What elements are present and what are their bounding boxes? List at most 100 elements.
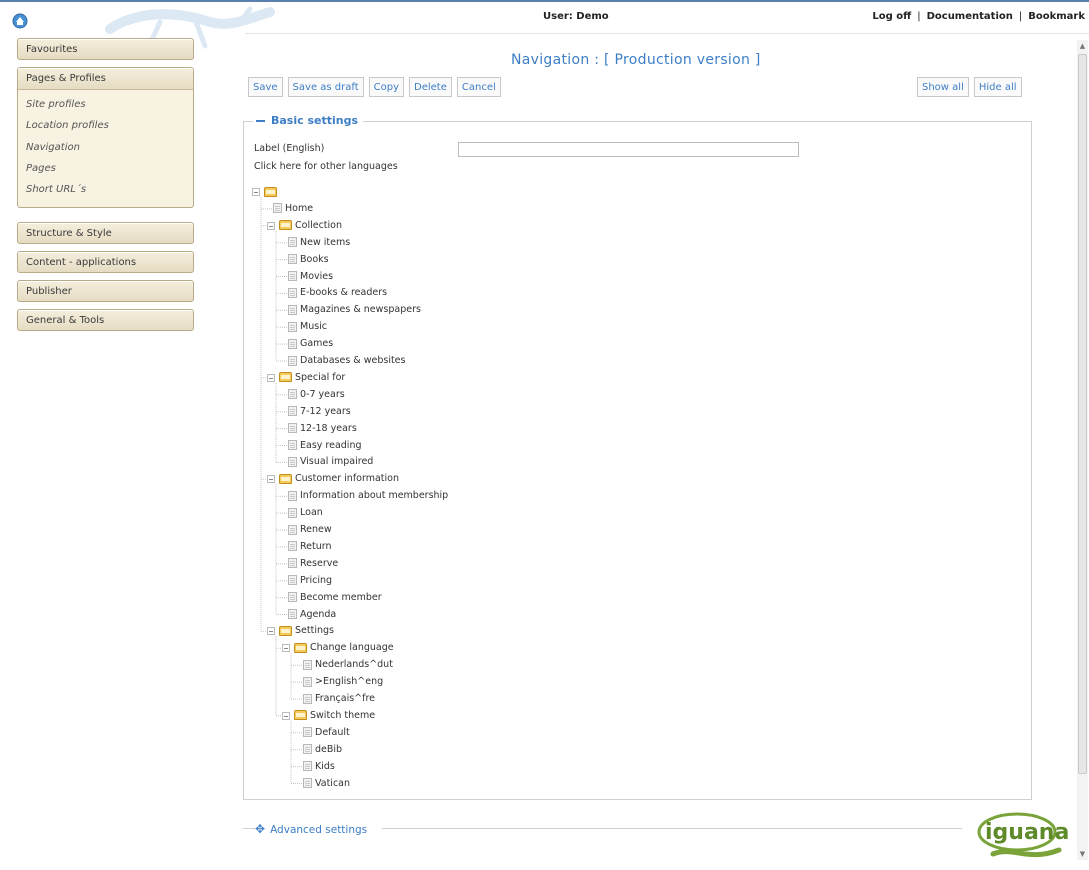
tree-node-label: Easy reading — [300, 439, 362, 451]
expand-icon[interactable]: ✥ — [255, 822, 265, 836]
page-icon — [288, 254, 297, 265]
page-icon — [303, 676, 312, 687]
tree-folder-node[interactable]: Switch theme — [294, 709, 375, 723]
tree-node-label: Agenda — [300, 608, 337, 620]
tree-node-label: Switch theme — [310, 709, 376, 721]
folder-icon — [279, 220, 292, 231]
scroll-up-icon[interactable]: ▲ — [1078, 41, 1087, 51]
collapse-toggle-icon[interactable] — [267, 373, 275, 382]
tree-node-label: Special for — [295, 371, 346, 383]
tree-page-node[interactable]: 12-18 years — [288, 422, 357, 436]
tree-node-label: Customer information — [295, 473, 399, 485]
tree-page-node[interactable]: Home — [273, 202, 313, 216]
collapse-toggle-icon[interactable] — [267, 627, 275, 636]
tree-node-label: Renew — [300, 524, 332, 535]
page-icon — [288, 406, 297, 417]
page-icon — [288, 575, 297, 586]
folder-icon — [294, 710, 307, 721]
page-icon — [303, 727, 312, 738]
collapse-toggle-icon[interactable] — [282, 644, 290, 653]
page-icon — [288, 609, 297, 619]
tree-page-node[interactable]: Return — [288, 540, 332, 554]
tree-folder-node[interactable] — [264, 185, 280, 199]
vertical-scrollbar[interactable]: ▲ ▼ — [1077, 40, 1088, 860]
tree-folder-node[interactable]: Change language — [294, 641, 394, 655]
tree-page-node[interactable]: Renew — [288, 523, 332, 537]
tree-page-node[interactable]: Movies — [288, 270, 333, 284]
tree-folder-node[interactable]: Collection — [279, 219, 342, 233]
tree-page-node[interactable]: Agenda — [288, 608, 336, 622]
page-icon — [303, 693, 312, 704]
collapse-toggle-icon[interactable] — [282, 711, 290, 720]
folder-icon — [279, 625, 292, 636]
scroll-down-icon[interactable]: ▼ — [1078, 849, 1087, 859]
tree-folder-node[interactable]: Customer information — [279, 472, 399, 486]
scroll-thumb[interactable] — [1078, 54, 1087, 774]
page-icon — [288, 440, 297, 450]
tree-page-node[interactable]: Music — [288, 320, 327, 334]
tree-page-node[interactable]: >English^eng — [303, 675, 383, 689]
folder-icon — [264, 186, 277, 197]
tree-page-node[interactable]: deBib — [303, 743, 342, 757]
tree-page-node[interactable]: Kids — [303, 760, 335, 774]
tree-node-label: 0-7 years — [300, 388, 345, 400]
tree-node-label: Pricing — [300, 574, 333, 586]
tree-node-label: Français^fre — [315, 693, 376, 704]
tree-page-node[interactable]: Pricing — [288, 574, 332, 588]
tree-node-label: Become member — [300, 591, 382, 603]
tree-node-label: E-books & readers — [300, 287, 388, 299]
tree-page-node[interactable]: Français^fre — [303, 692, 375, 706]
tree-node-label: Loan — [300, 507, 323, 519]
tree-page-node[interactable]: Reserve — [288, 557, 338, 571]
tree-node-label: Games — [300, 338, 334, 350]
tree-node-label: Books — [300, 253, 329, 265]
tree-node-label: Magazines & newspapers — [300, 304, 421, 316]
tree-page-node[interactable]: 0-7 years — [288, 388, 345, 402]
folder-icon — [279, 372, 292, 383]
page-icon — [288, 237, 297, 248]
tree-page-node[interactable]: Visual impaired — [288, 455, 373, 469]
page-icon — [288, 507, 297, 518]
tree-node-label: Databases & websites — [300, 355, 406, 366]
tree-page-node[interactable]: Vatican — [303, 777, 350, 791]
page-icon — [288, 490, 297, 501]
page-icon — [288, 423, 297, 434]
tree-page-node[interactable]: Books — [288, 253, 329, 267]
tree-page-node[interactable]: Easy reading — [288, 439, 362, 453]
tree-page-node[interactable]: 7-12 years — [288, 405, 351, 419]
tree-node-label: Visual impaired — [300, 456, 374, 468]
tree-page-node[interactable]: New items — [288, 236, 350, 250]
tree-node-label: Home — [285, 202, 314, 214]
tree-page-node[interactable]: Information about membership — [288, 489, 448, 503]
tree-node-label: deBib — [315, 743, 343, 755]
advanced-settings-header[interactable]: ✥ Advanced settings — [243, 822, 367, 836]
tree-page-node[interactable]: Databases & websites — [288, 354, 405, 368]
tree-folder-node[interactable]: Settings — [279, 624, 334, 638]
page-icon — [288, 338, 297, 349]
page-icon — [288, 456, 297, 467]
tree-page-node[interactable]: Default — [303, 726, 350, 740]
advanced-divider-right — [382, 828, 962, 829]
page-icon — [288, 592, 297, 603]
page-icon — [273, 203, 282, 214]
tree-page-node[interactable]: Nederlands^dut — [303, 658, 393, 672]
tree-page-node[interactable]: Magazines & newspapers — [288, 303, 421, 317]
page-icon — [303, 761, 312, 772]
page-icon — [303, 744, 312, 755]
collapse-toggle-icon[interactable] — [252, 188, 260, 196]
tree-node-label: Reserve — [300, 557, 339, 569]
collapse-toggle-icon[interactable] — [267, 475, 275, 484]
tree-node-label: Movies — [300, 270, 334, 282]
tree-page-node[interactable]: Loan — [288, 506, 323, 520]
collapse-toggle-icon[interactable] — [267, 221, 275, 230]
tree-folder-node[interactable]: Special for — [279, 371, 345, 385]
tree-node-label: Vatican — [315, 777, 351, 789]
tree-node-label: Collection — [295, 219, 342, 231]
tree-node-label: Return — [300, 540, 332, 552]
tree-node-label: Information about membership — [300, 490, 449, 502]
page-icon — [288, 355, 297, 366]
tree-page-node[interactable]: Become member — [288, 591, 382, 605]
tree-page-node[interactable]: E-books & readers — [288, 286, 387, 300]
tree-page-node[interactable]: Games — [288, 337, 333, 351]
tree-node-label: 12-18 years — [300, 422, 357, 434]
